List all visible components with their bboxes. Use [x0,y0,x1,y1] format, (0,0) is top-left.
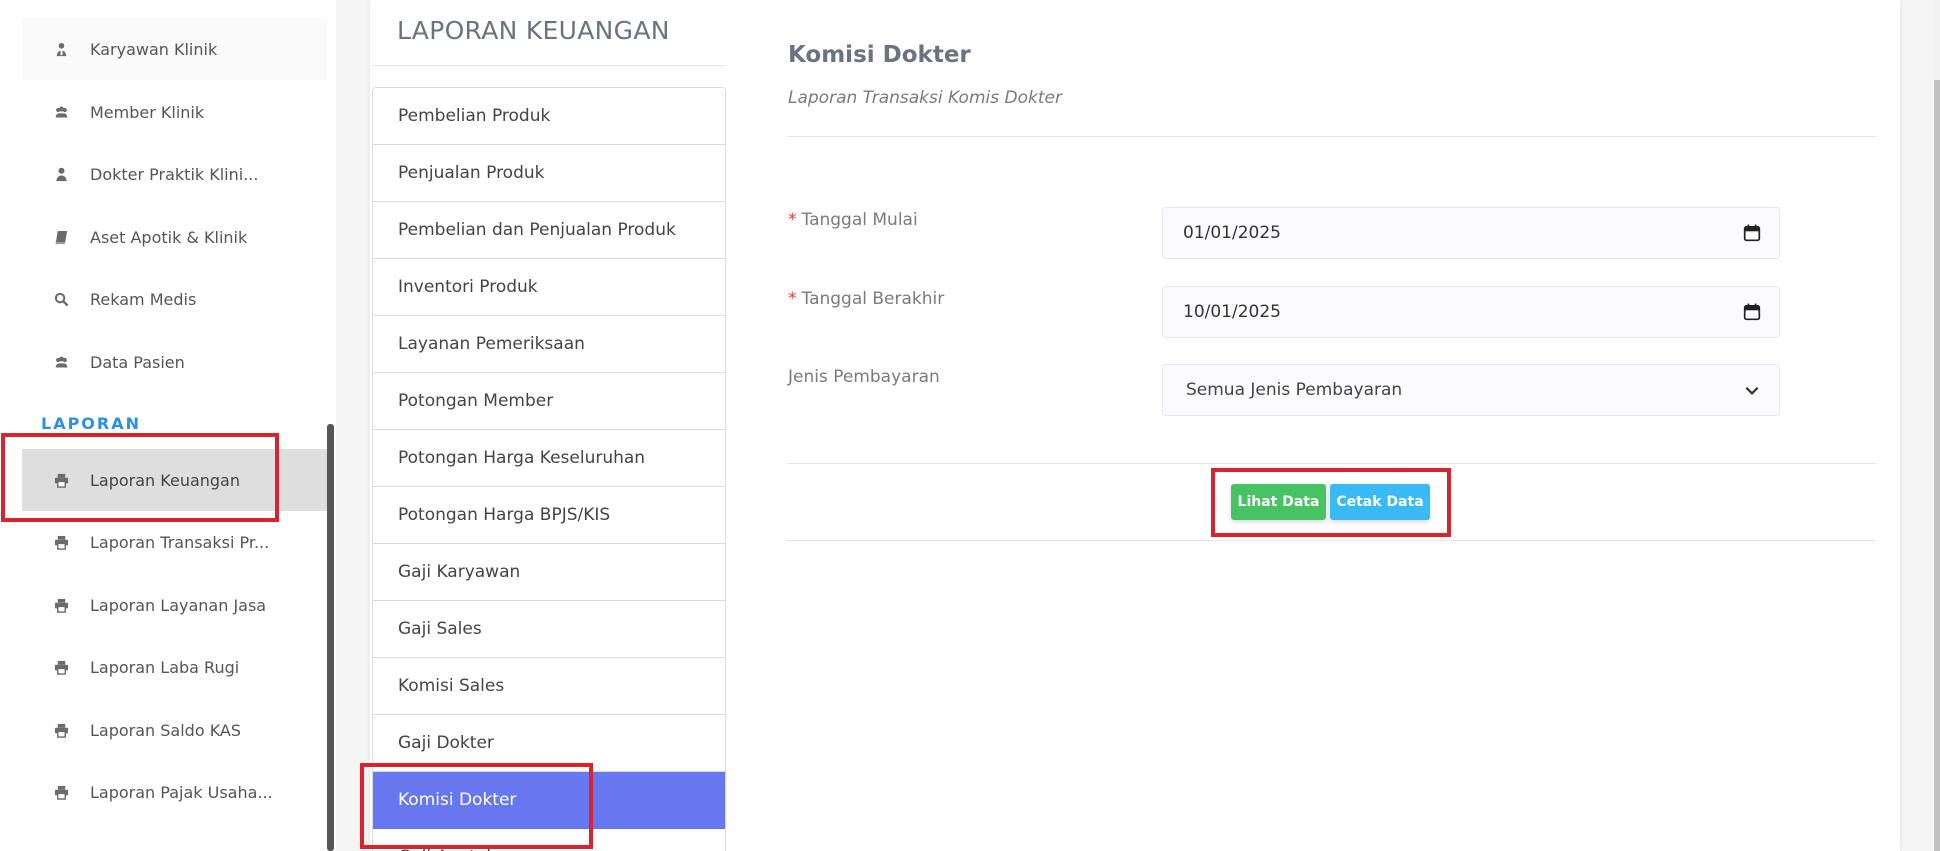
sidebar-item-label: Laporan Laba Rugi [90,657,240,677]
report-item-gaji-apoteker[interactable]: Gaji Apoteker [373,829,725,851]
end-date-label: * Tanggal Berakhir [788,289,945,309]
start-date-value: 01/01/2025 [1183,223,1281,243]
start-date-label: * Tanggal Mulai [788,210,918,230]
report-item-potongan-member[interactable]: Potongan Member [373,373,725,430]
sidebar-item-label: Karyawan Klinik [90,39,218,59]
sidebar-item-label: Aset Apotik & Klinik [90,227,248,247]
sidebar-item-laporan-transaksi[interactable]: Laporan Transaksi Pr... [22,511,327,573]
user-tie-icon [52,40,70,58]
book-icon [52,228,70,246]
sidebar-item-aset-apotik[interactable]: Aset Apotik & Klinik [22,206,327,268]
users-icon [52,103,70,121]
report-item-gaji-karyawan[interactable]: Gaji Karyawan [373,544,725,601]
divider [372,65,726,66]
sidebar-item-label: Laporan Pajak Usaha... [90,782,273,802]
sidebar-item-data-pasien[interactable]: Data Pasien [22,331,327,393]
sidebar-section-laporan: LAPORAN [41,414,141,433]
required-mark: * [788,289,797,309]
report-item-gaji-sales[interactable]: Gaji Sales [373,601,725,658]
page-scrollbar-thumb[interactable] [1934,80,1940,851]
end-date-input[interactable]: 10/01/2025 [1162,286,1780,338]
divider [787,136,1876,137]
report-item-komisi-dokter[interactable]: Komisi Dokter [373,772,725,829]
sidebar-item-label: Member Klinik [90,102,205,122]
sidebar-item-laporan-pajak-usaha[interactable]: Laporan Pajak Usaha... [22,761,327,823]
form-title: Komisi Dokter [788,42,971,68]
start-date-input[interactable]: 01/01/2025 [1162,207,1780,259]
sidebar-item-label: Data Pasien [90,352,185,372]
report-item-komisi-sales[interactable]: Komisi Sales [373,658,725,715]
divider [787,463,1876,464]
end-date-value: 10/01/2025 [1183,302,1281,322]
user-icon [52,165,70,183]
sidebar-item-laporan-saldo-kas[interactable]: Laporan Saldo KAS [22,699,327,761]
payment-type-label: Jenis Pembayaran [788,367,940,387]
report-item-inventori-produk[interactable]: Inventori Produk [373,259,725,316]
print-icon [52,721,70,739]
users-icon [52,353,70,371]
sidebar-item-label: Rekam Medis [90,289,197,309]
search-icon [52,290,70,308]
report-item-pembelian-penjualan-produk[interactable]: Pembelian dan Penjualan Produk [373,202,725,259]
payment-type-select[interactable]: Semua Jenis Pembayaran [1162,364,1780,416]
report-item-penjualan-produk[interactable]: Penjualan Produk [373,145,725,202]
print-icon [52,533,70,551]
form-subtitle: Laporan Transaksi Komis Dokter [788,88,1062,108]
sidebar-item-label: Laporan Keuangan [90,470,240,490]
print-data-button[interactable]: Cetak Data [1330,484,1430,520]
print-icon [52,596,70,614]
sidebar-item-laporan-keuangan[interactable]: Laporan Keuangan [22,449,327,511]
print-icon [52,471,70,489]
sidebar-item-label: Dokter Praktik Klini... [90,164,259,184]
divider [787,540,1876,541]
card-title: LAPORAN KEUANGAN [397,16,670,45]
payment-type-value: Semua Jenis Pembayaran [1186,380,1403,400]
required-mark: * [788,210,797,230]
print-icon [52,783,70,801]
calendar-icon[interactable] [1743,303,1761,321]
sidebar-item-member-klinik[interactable]: Member Klinik [22,81,327,143]
sidebar-item-laporan-laba-rugi[interactable]: Laporan Laba Rugi [22,636,327,698]
report-item-pembelian-produk[interactable]: Pembelian Produk [373,88,725,145]
view-data-button[interactable]: Lihat Data [1231,484,1326,520]
sidebar-item-label: Laporan Layanan Jasa [90,595,267,615]
sidebar: Karyawan Klinik Member Klinik Dokter Pra… [0,0,336,851]
report-item-potongan-harga-bpjs[interactable]: Potongan Harga BPJS/KIS [373,487,725,544]
sidebar-item-laporan-layanan-jasa[interactable]: Laporan Layanan Jasa [22,574,327,636]
sidebar-item-karyawan-klinik[interactable]: Karyawan Klinik [22,18,327,80]
sidebar-item-dokter-praktik[interactable]: Dokter Praktik Klini... [22,143,327,205]
calendar-icon[interactable] [1743,224,1761,242]
report-item-layanan-pemeriksaan[interactable]: Layanan Pemeriksaan [373,316,725,373]
chevron-down-icon [1745,386,1759,395]
sidebar-item-rekam-medis[interactable]: Rekam Medis [22,268,327,330]
sidebar-item-label: Laporan Transaksi Pr... [90,532,270,552]
sidebar-item-label: Laporan Saldo KAS [90,720,242,740]
report-item-potongan-harga-keseluruhan[interactable]: Potongan Harga Keseluruhan [373,430,725,487]
sidebar-scrollbar[interactable] [327,424,334,851]
print-icon [52,658,70,676]
report-list: Pembelian Produk Penjualan Produk Pembel… [372,87,726,851]
report-item-gaji-dokter[interactable]: Gaji Dokter [373,715,725,772]
